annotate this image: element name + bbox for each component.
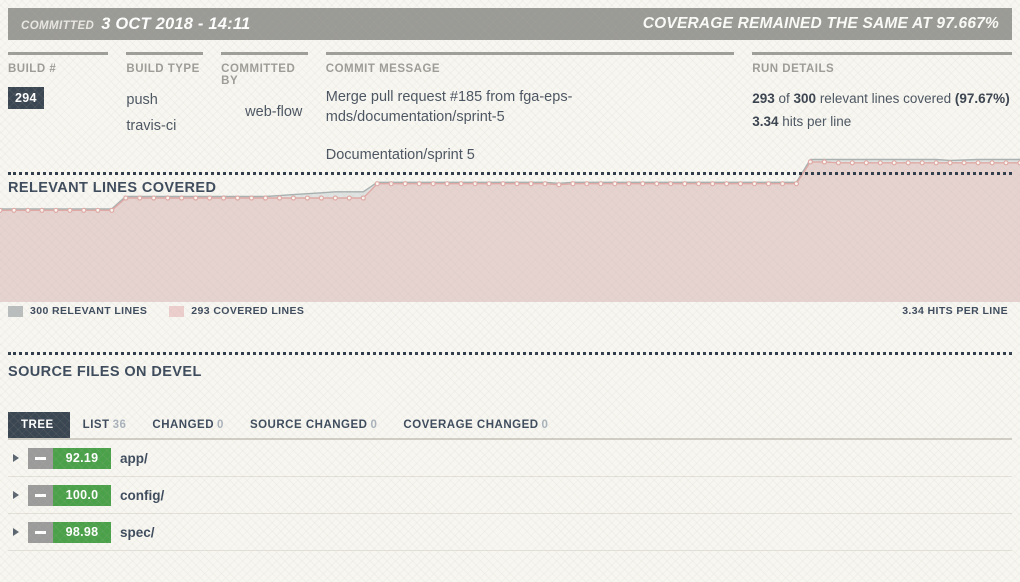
file-name[interactable]: app/ <box>120 451 148 466</box>
hits-per-line-summary: 3.34 hits per line <box>752 110 1012 133</box>
avatar <box>221 104 238 121</box>
build-number-header: BUILD # <box>8 63 57 75</box>
file-name[interactable]: spec/ <box>120 525 155 540</box>
coverage-percent-value: 92.19 <box>53 447 111 469</box>
of-label: of <box>778 91 790 106</box>
legend-label-covered: 293 COVERED LINES <box>191 305 305 317</box>
run-details-header: RUN DETAILS <box>752 63 835 75</box>
tab-list[interactable]: LIST 36 <box>70 412 140 438</box>
source-files-title: SOURCE FILES ON DEVEL <box>8 364 202 380</box>
coverage-change-indicator-icon <box>28 447 53 469</box>
coverage-change-indicator-icon <box>28 484 53 506</box>
chart-legend: 300 RELEVANT LINES 293 COVERED LINES <box>8 305 304 317</box>
relevant-lines-count: 300 <box>793 91 817 106</box>
coverage-badge: 100.0 <box>28 484 111 506</box>
build-info-columns: BUILD # 294 BUILD TYPE push travis-ci CO… <box>8 52 1012 165</box>
committer-name: web-flow <box>245 104 303 120</box>
build-type-value: push <box>126 92 158 108</box>
commit-message-column: COMMIT MESSAGE Merge pull request #185 f… <box>325 52 735 165</box>
coverage-change-indicator-icon <box>28 521 53 543</box>
build-number-column: BUILD # 294 <box>8 52 109 165</box>
tab-list-count: 36 <box>112 419 127 431</box>
legend-label-hits: 3.34 HITS PER LINE <box>902 305 1008 317</box>
expand-triangle-icon[interactable] <box>13 491 19 499</box>
expand-triangle-icon[interactable] <box>13 528 19 536</box>
file-name[interactable]: config/ <box>120 488 164 503</box>
relevant-lines-summary: 293 of 300 relevant lines covered (97.67… <box>752 87 1012 110</box>
expand-triangle-icon[interactable] <box>13 454 19 462</box>
coverage-status: COVERAGE REMAINED THE SAME AT 97.667% <box>642 15 999 32</box>
tab-changed[interactable]: CHANGED 0 <box>139 412 237 438</box>
tab-source-changed[interactable]: SOURCE CHANGED 0 <box>237 412 390 438</box>
commit-header-bar: COMMITTED 3 OCT 2018 - 14:11 COVERAGE RE… <box>8 8 1012 40</box>
committer[interactable]: web-flow <box>221 99 308 125</box>
tab-changed-count: 0 <box>217 419 224 431</box>
build-type-header: BUILD TYPE <box>126 63 200 75</box>
committed-datetime: 3 OCT 2018 - 14:11 <box>101 14 251 33</box>
coverage-chart-section: RELEVANT LINES COVERED 300 RELEVANT LINE… <box>0 150 1020 332</box>
tab-coverage-changed-count: 0 <box>541 419 549 431</box>
coverage-percent-value: 100.0 <box>53 484 111 506</box>
legend-item-covered: 293 COVERED LINES <box>169 305 304 317</box>
table-row[interactable]: 100.0 config/ <box>8 477 1012 514</box>
build-number-badge[interactable]: 294 <box>8 87 44 109</box>
tab-coverage-changed-label: COVERAGE CHANGED <box>403 419 539 431</box>
tab-source-changed-count: 0 <box>370 419 378 431</box>
legend-swatch-covered-icon <box>169 305 185 317</box>
committed-by-column: COMMITTED BY web-flow <box>221 52 308 165</box>
tab-coverage-changed[interactable]: COVERAGE CHANGED 0 <box>390 412 561 438</box>
chart-title: RELEVANT LINES COVERED <box>8 180 217 196</box>
committed-by-header: COMMITTED BY <box>221 63 296 87</box>
legend-swatch-relevant-icon <box>8 305 23 317</box>
committed-label: COMMITTED <box>21 19 95 32</box>
hits-per-line-label: hits per line <box>782 114 852 129</box>
commit-message-header: COMMIT MESSAGE <box>325 63 441 75</box>
source-files-tabs: TREE LIST 36 CHANGED 0 SOURCE CHANGED 0 COV… <box>8 412 1012 440</box>
run-details-column: RUN DETAILS 293 of 300 relevant lines co… <box>752 52 1012 165</box>
table-row[interactable]: 98.98 spec/ <box>8 514 1012 551</box>
coverage-badge: 92.19 <box>28 447 111 469</box>
source-files-section: SOURCE FILES ON DEVEL TREE LIST 36 CHANGE… <box>0 352 1020 551</box>
covered-lines-count: 293 <box>752 91 775 106</box>
coverage-percent-value: 98.98 <box>53 521 111 543</box>
tab-source-changed-label: SOURCE CHANGED <box>249 419 368 431</box>
tab-tree[interactable]: TREE <box>8 412 70 438</box>
section-divider <box>8 172 1012 175</box>
tab-tree-label: TREE <box>21 419 54 431</box>
commit-message-line-1: Merge pull request #185 from fga-eps-mds… <box>325 89 573 125</box>
section-divider-2 <box>8 352 1012 355</box>
build-ci-value: travis-ci <box>126 118 177 134</box>
legend-item-relevant: 300 RELEVANT LINES <box>8 305 147 317</box>
hits-per-line-value: 3.34 <box>752 114 779 129</box>
tab-list-label: LIST <box>82 419 110 431</box>
relevant-lines-label: relevant lines covered <box>819 91 952 106</box>
build-type-column: BUILD TYPE push travis-ci <box>126 52 204 165</box>
commit-header-left: COMMITTED 3 OCT 2018 - 14:11 <box>21 15 250 34</box>
table-row[interactable]: 92.19 app/ <box>8 440 1012 477</box>
tab-changed-label: CHANGED <box>152 419 215 431</box>
coverage-percent: (97.67%) <box>954 91 1010 106</box>
coverage-badge: 98.98 <box>28 521 111 543</box>
legend-label-relevant: 300 RELEVANT LINES <box>30 305 148 317</box>
